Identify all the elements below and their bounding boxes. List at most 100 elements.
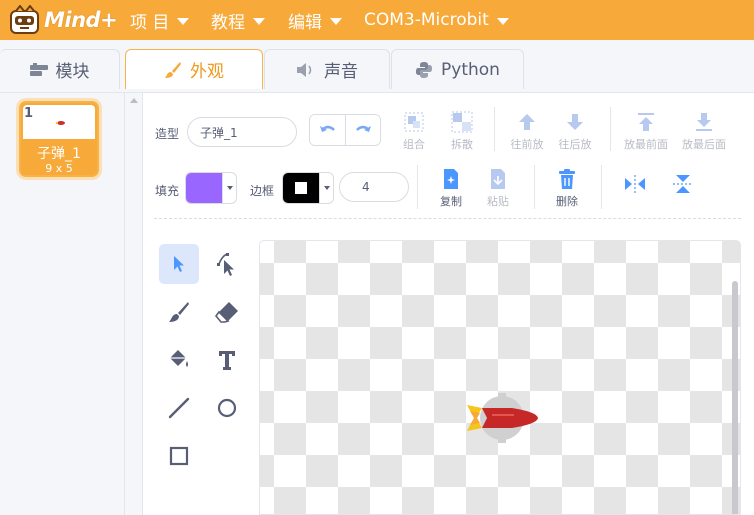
canvas-scrollbar[interactable]: [732, 281, 738, 514]
group-label: 组合: [403, 138, 425, 151]
mindplus-logo[interactable]: Mind+: [8, 4, 118, 36]
menu-tutorial[interactable]: 教程: [211, 7, 265, 33]
forward-label: 往前放: [510, 138, 544, 151]
rectangle-icon: [169, 446, 189, 466]
outline-width-value: 4: [362, 180, 370, 194]
arrow-up-icon: [516, 110, 538, 134]
bring-to-front-label: 放最前面: [624, 138, 668, 151]
logo-text: Mind+: [44, 8, 118, 32]
chevron-down-icon: [496, 17, 509, 25]
forward-button[interactable]: 往前放: [502, 110, 552, 152]
arrow-down-icon: [564, 110, 586, 134]
bring-to-front-icon: [635, 110, 657, 134]
paint-bucket-icon: [170, 350, 188, 367]
divider: [534, 165, 535, 209]
divider: [494, 107, 495, 151]
divider: [417, 165, 418, 209]
reshape-tool[interactable]: [207, 244, 247, 284]
chevron-down-icon: [222, 173, 236, 203]
delete-label: 删除: [556, 195, 578, 208]
chevron-down-icon: [330, 17, 342, 25]
tab-sounds[interactable]: 声音: [264, 49, 390, 89]
brush-tool[interactable]: [159, 292, 199, 332]
costume-size: 9 x 5: [45, 162, 73, 175]
reshape-cursor-icon: [217, 253, 234, 276]
flip-vertical-button[interactable]: [663, 169, 703, 199]
outline-color-picker[interactable]: [282, 172, 334, 204]
chevron-down-icon: [319, 173, 333, 203]
backward-button[interactable]: 往后放: [550, 110, 600, 152]
circle-icon: [217, 398, 237, 418]
chevron-down-icon: [253, 17, 265, 25]
select-tool[interactable]: [159, 244, 199, 284]
ungroup-icon: [451, 110, 473, 134]
tab-python-label: Python: [441, 59, 500, 80]
menu-connection[interactable]: COM3-Microbit: [364, 7, 509, 33]
tab-costumes[interactable]: 外观: [125, 49, 263, 89]
redo-button[interactable]: [345, 115, 380, 145]
costume-thumbnail: [23, 105, 95, 139]
outline-width-input[interactable]: 4: [339, 172, 409, 202]
brush-icon: [164, 61, 182, 79]
send-to-back-icon: [693, 110, 715, 134]
costume-name-value: 子弹_1: [200, 125, 238, 140]
scroll-up-icon[interactable]: [130, 98, 138, 103]
circle-tool[interactable]: [207, 388, 247, 428]
paint-canvas[interactable]: [259, 240, 741, 515]
python-icon: [415, 61, 433, 79]
costume-item[interactable]: 1 子弹_1 9 x 5: [19, 101, 99, 177]
undo-icon: [319, 125, 335, 132]
copy-button[interactable]: 复制: [426, 167, 476, 209]
undo-button[interactable]: [310, 115, 345, 145]
copy-label: 复制: [440, 195, 462, 208]
bullet-costume-drawing: [467, 393, 538, 443]
fill-label: 填充: [155, 184, 180, 198]
costume-number: 1: [24, 106, 34, 121]
rectangle-tool[interactable]: [159, 436, 199, 476]
brush-icon: [169, 302, 189, 322]
paste-button[interactable]: 粘贴: [473, 167, 523, 209]
tab-blocks-label: 模块: [55, 62, 90, 82]
fill-color-picker[interactable]: [185, 172, 237, 204]
costume-list: 1 子弹_1 9 x 5: [0, 93, 125, 515]
blocks-icon: [29, 62, 48, 77]
divider: [601, 165, 602, 209]
editor-tab-bar: 模块 外观 声音 Python: [0, 40, 754, 93]
flip-horizontal-icon: [625, 175, 645, 193]
costume-name-input[interactable]: 子弹_1: [187, 117, 297, 147]
tab-blocks[interactable]: 模块: [0, 49, 120, 89]
fill-tool[interactable]: [159, 340, 199, 380]
group-button[interactable]: 组合: [389, 110, 439, 152]
menu-edit[interactable]: 编辑: [288, 7, 342, 33]
delete-button[interactable]: 删除: [542, 167, 592, 209]
menu-edit-label: 编辑: [288, 12, 322, 33]
ungroup-button[interactable]: 拆散: [437, 110, 487, 152]
flip-horizontal-button[interactable]: [615, 169, 655, 199]
menu-tutorial-label: 教程: [211, 12, 245, 33]
costume-name: 子弹_1: [37, 146, 81, 162]
backward-label: 往后放: [558, 138, 592, 151]
fill-swatch: [186, 173, 222, 203]
tab-python[interactable]: Python: [391, 49, 524, 89]
menu-project[interactable]: 项 目: [130, 7, 190, 33]
copy-icon: [441, 167, 461, 191]
costume-name-label: 造型: [155, 127, 180, 141]
bring-to-front-button[interactable]: 放最前面: [621, 110, 671, 152]
toolbar-divider: [154, 218, 741, 219]
robot-logo-icon: [8, 4, 42, 35]
costume-list-scrollbar[interactable]: [125, 93, 143, 515]
outline-swatch: [283, 173, 319, 203]
ungroup-label: 拆散: [451, 138, 473, 151]
send-to-back-button[interactable]: 放最后面: [679, 110, 729, 152]
trash-icon: [557, 167, 577, 191]
eraser-icon: [215, 302, 238, 323]
flip-vertical-icon: [673, 175, 693, 193]
speaker-icon: [296, 62, 316, 78]
tab-costumes-label: 外观: [190, 62, 224, 82]
line-icon: [168, 397, 190, 419]
text-tool[interactable]: [207, 340, 247, 380]
group-icon: [403, 110, 425, 134]
line-tool[interactable]: [159, 388, 199, 428]
eraser-tool[interactable]: [207, 292, 247, 332]
divider: [610, 107, 611, 151]
